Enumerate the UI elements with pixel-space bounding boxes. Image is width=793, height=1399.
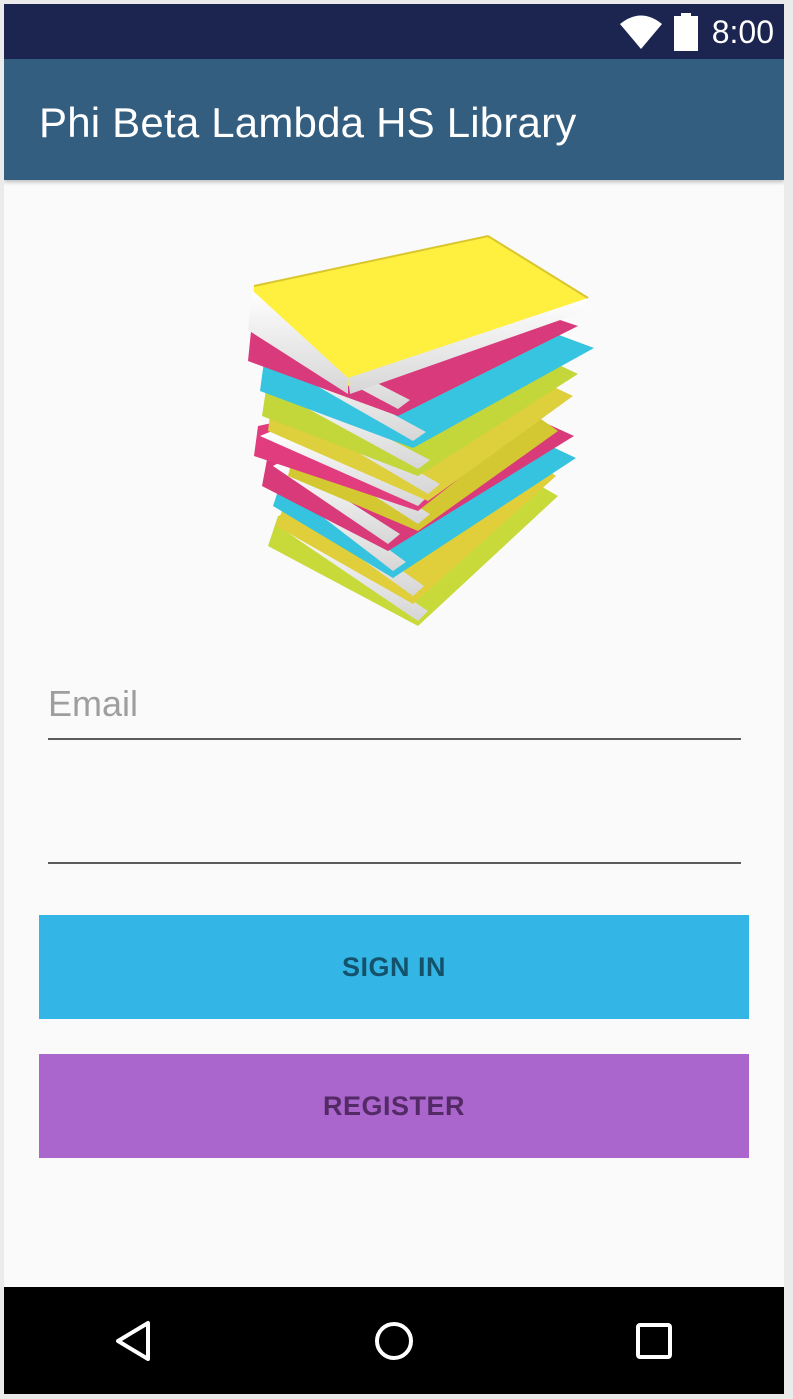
recents-button[interactable] [622, 1309, 686, 1373]
book-stack-illustration [248, 234, 594, 626]
navigation-bar [4, 1287, 784, 1394]
password-input[interactable] [48, 794, 741, 864]
back-icon [116, 1321, 150, 1361]
password-underline [48, 862, 741, 864]
sign-in-button[interactable]: SIGN IN [39, 915, 749, 1019]
home-icon [375, 1322, 413, 1360]
status-bar: 8:00 [4, 4, 784, 59]
device-screen: 8:00 Phi Beta Lambda HS Library Email SI… [4, 4, 784, 1394]
email-underline [48, 738, 741, 740]
status-time: 8:00 [711, 13, 774, 50]
app-bar: Phi Beta Lambda HS Library [4, 59, 784, 180]
wifi-icon [619, 15, 662, 49]
status-icons: 8:00 [619, 12, 774, 52]
app-title: Phi Beta Lambda HS Library [39, 99, 577, 146]
register-button[interactable]: REGISTER [39, 1054, 749, 1158]
recents-icon [636, 1323, 672, 1359]
battery-icon [673, 13, 698, 51]
email-field[interactable] [48, 672, 741, 740]
password-field[interactable] [48, 794, 741, 864]
back-button[interactable] [102, 1309, 166, 1373]
home-button[interactable] [362, 1309, 426, 1373]
email-input[interactable] [48, 672, 741, 740]
